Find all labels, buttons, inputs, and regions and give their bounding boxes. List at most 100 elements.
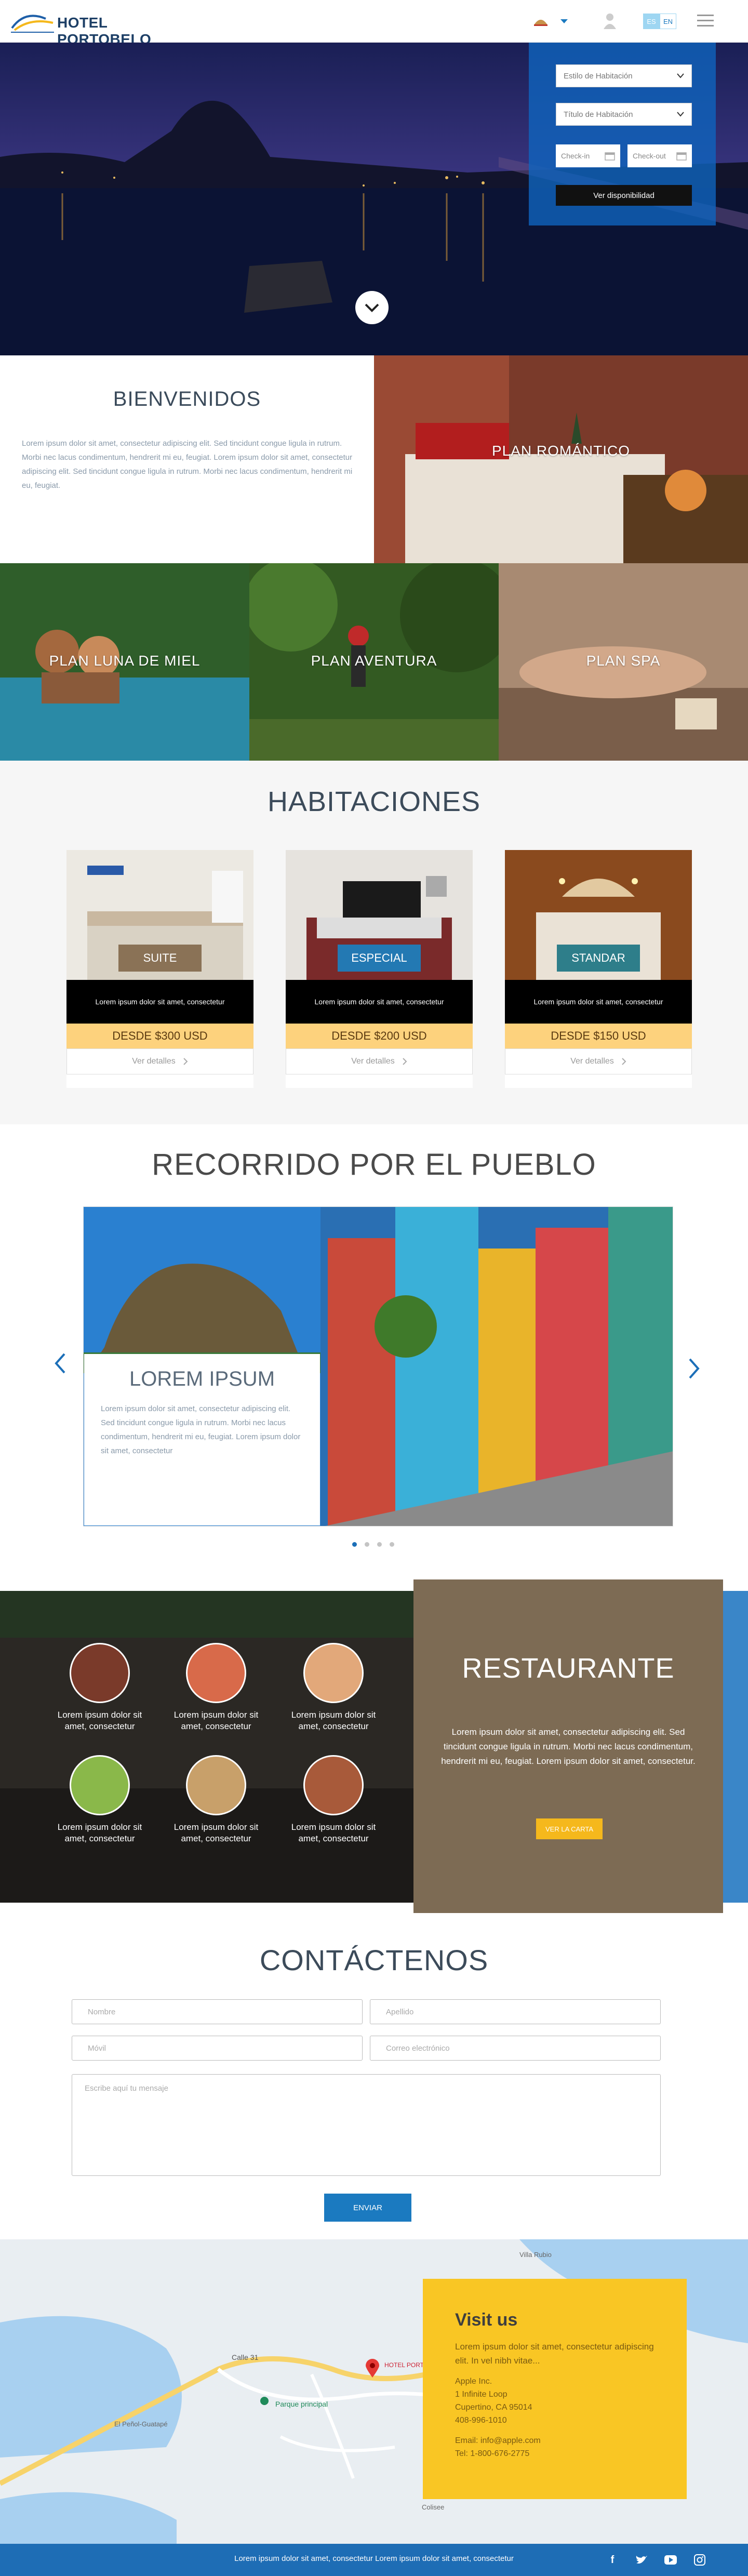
colombia-flag-icon[interactable] <box>533 15 549 27</box>
logo-mark-icon <box>11 15 54 33</box>
language-switch[interactable]: ES EN <box>643 14 676 29</box>
room-title-placeholder: Título de Habitación <box>564 110 633 119</box>
site-footer: Lorem ipsum dolor sit amet, consectetur … <box>0 2544 748 2576</box>
email-field[interactable]: Correo electrónico <box>370 2036 661 2061</box>
check-availability-button[interactable]: Ver disponibilidad <box>556 185 692 206</box>
visit-street: 1 Infinite Loop <box>455 2390 507 2399</box>
room-title-select[interactable]: Título de Habitación <box>556 103 692 126</box>
room-desc: Lorem ipsum dolor sit amet, consectetur <box>66 980 253 1024</box>
visit-tel[interactable]: Tel: 1-800-676-2775 <box>455 2447 654 2460</box>
room-desc: Lorem ipsum dolor sit amet, consectetur <box>286 980 473 1024</box>
view-details-label: Ver detalles <box>570 1057 614 1066</box>
checkout-label: Check-out <box>633 152 666 160</box>
facebook-icon[interactable]: f <box>606 2553 619 2567</box>
plan-spa-card[interactable]: PLAN SPA <box>499 563 748 761</box>
plan-spa-label: PLAN SPA <box>586 653 661 669</box>
dish-item[interactable]: Lorem ipsum dolor sit amet, consectetur <box>164 1643 268 1732</box>
visit-intro: Lorem ipsum dolor sit amet, consectetur … <box>455 2342 654 2366</box>
instagram-icon[interactable] <box>693 2553 706 2567</box>
room-card-standar[interactable]: STANDAR Lorem ipsum dolor sit amet, cons… <box>505 850 692 1088</box>
lang-es-button[interactable]: ES <box>643 14 660 29</box>
visit-email[interactable]: Email: info@apple.com <box>455 2434 654 2447</box>
carousel-next-button[interactable] <box>688 1357 700 1385</box>
room-card-suite[interactable]: SUITE Lorem ipsum dolor sit amet, consec… <box>66 850 253 1088</box>
dish-item[interactable]: Lorem ipsum dolor sit amet, consectetur <box>282 1755 385 1844</box>
calendar-icon <box>676 152 687 161</box>
romantic-room-image <box>374 355 748 563</box>
map-label-street: Calle 31 <box>232 2353 259 2361</box>
room-price: DESDE $300 USD <box>66 1024 253 1048</box>
user-icon[interactable] <box>603 12 617 32</box>
view-details-link[interactable]: Ver detalles <box>66 1048 253 1074</box>
visit-company: Apple Inc. <box>455 2377 492 2386</box>
map-pin-icon[interactable] <box>366 2359 379 2378</box>
tour-card-text: Lorem ipsum dolor sit amet, consectetur … <box>101 1404 301 1455</box>
view-details-label: Ver detalles <box>351 1057 395 1066</box>
view-details-label: Ver detalles <box>132 1057 176 1066</box>
tour-card-title: LOREM IPSUM <box>129 1367 275 1390</box>
last-name-field[interactable]: Apellido <box>370 1999 661 2024</box>
room-card-especial[interactable]: ESPECIAL Lorem ipsum dolor sit amet, con… <box>286 850 473 1088</box>
checkin-input[interactable]: Check-in <box>556 144 620 167</box>
site-header: HOTEL PORTOBELO ES EN <box>0 0 748 47</box>
scroll-down-button[interactable] <box>355 291 389 324</box>
rooms-title: HABITACIONES <box>267 786 481 817</box>
twitter-icon[interactable] <box>635 2553 648 2567</box>
chevron-down-icon[interactable] <box>560 18 568 27</box>
view-details-link[interactable]: Ver detalles <box>505 1048 692 1074</box>
room-badge-standar: STANDAR <box>557 945 640 972</box>
dish-image <box>186 1643 246 1703</box>
chevron-down-icon <box>365 303 379 312</box>
menu-icon[interactable] <box>697 14 714 31</box>
plan-aventura-card[interactable]: PLAN AVENTURA <box>249 563 499 761</box>
room-style-select[interactable]: Estilo de Habitación <box>556 64 692 87</box>
carousel-dot-3[interactable] <box>377 1542 382 1547</box>
checkout-input[interactable]: Check-out <box>627 144 692 167</box>
carousel-prev-button[interactable] <box>54 1352 66 1380</box>
welcome-section: BIENVENIDOS Lorem ipsum dolor sit amet, … <box>0 355 374 563</box>
dish-image <box>70 1643 130 1703</box>
dish-item[interactable]: Lorem ipsum dolor sit amet, consectetur <box>48 1643 152 1732</box>
dish-caption: Lorem ipsum dolor sit amet, consectetur <box>291 1822 376 1843</box>
chevron-right-icon <box>622 1058 626 1065</box>
mobile-field[interactable]: Móvil <box>72 2036 363 2061</box>
dish-item[interactable]: Lorem ipsum dolor sit amet, consectetur <box>164 1755 268 1844</box>
room-price: DESDE $200 USD <box>286 1024 473 1048</box>
plan-luna-de-miel-card[interactable]: PLAN LUNA DE MIEL <box>0 563 249 761</box>
map-label-road: El Peñol-Guatapé <box>114 2420 168 2428</box>
youtube-icon[interactable] <box>664 2553 677 2567</box>
carousel-dot-4[interactable] <box>390 1542 394 1547</box>
park-marker-icon <box>260 2397 269 2405</box>
room-style-placeholder: Estilo de Habitación <box>564 71 633 81</box>
chevron-right-icon <box>183 1058 188 1065</box>
chevron-down-icon <box>677 112 684 117</box>
room-badge-suite: SUITE <box>118 945 202 972</box>
lang-en-button[interactable]: EN <box>660 14 676 29</box>
tour-text-card: LOREM IPSUM Lorem ipsum dolor sit amet, … <box>84 1354 320 1525</box>
rooms-section: HABITACIONES SUITE Lorem ipsum dolor sit… <box>0 761 748 1124</box>
view-menu-button[interactable]: VER LA CARTA <box>536 1818 603 1839</box>
brand-logo[interactable]: HOTEL PORTOBELO <box>9 7 186 47</box>
room-desc: Lorem ipsum dolor sit amet, consectetur <box>505 980 692 1024</box>
chevron-right-icon <box>689 1358 700 1379</box>
send-button[interactable]: ENVIAR <box>324 2194 411 2222</box>
carousel-dot-2[interactable] <box>365 1542 369 1547</box>
map-label-colisee: Colisee <box>422 2503 444 2511</box>
carousel-dot-1[interactable] <box>352 1542 357 1547</box>
message-textarea[interactable]: Escribe aquí tu mensaje <box>72 2074 661 2176</box>
dish-caption: Lorem ipsum dolor sit amet, consectetur <box>173 1710 259 1731</box>
dish-item[interactable]: Lorem ipsum dolor sit amet, consectetur <box>48 1755 152 1844</box>
welcome-text: Lorem ipsum dolor sit amet, consectetur … <box>22 439 353 490</box>
plan-romantico-card[interactable]: PLAN ROMÁNTICO <box>374 355 748 563</box>
dish-image <box>303 1643 364 1703</box>
view-details-link[interactable]: Ver detalles <box>286 1048 473 1074</box>
map-label-park: Parque principal <box>275 2400 328 2408</box>
dish-caption: Lorem ipsum dolor sit amet, consectetur <box>291 1710 376 1731</box>
visit-us-card: Visit us Lorem ipsum dolor sit amet, con… <box>423 2279 687 2499</box>
restaurant-text: Lorem ipsum dolor sit amet, consectetur … <box>441 1727 696 1766</box>
plan-romantico-label: PLAN ROMÁNTICO <box>491 443 631 459</box>
visit-title: Visit us <box>455 2310 518 2330</box>
dish-caption: Lorem ipsum dolor sit amet, consectetur <box>173 1822 259 1843</box>
dish-item[interactable]: Lorem ipsum dolor sit amet, consectetur <box>282 1643 385 1732</box>
first-name-field[interactable]: Nombre <box>72 1999 363 2024</box>
